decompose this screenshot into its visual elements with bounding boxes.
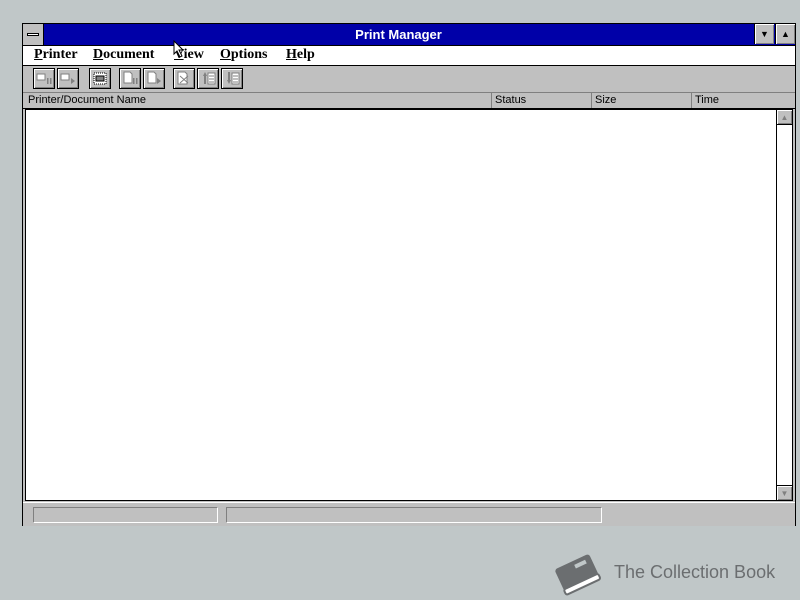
move-up-icon: [203, 72, 216, 85]
menu-options-label: ptions: [230, 47, 268, 62]
watermark-text: The Collection Book: [614, 562, 776, 582]
menu-document-label: ocument: [103, 47, 155, 62]
pause-document-button[interactable]: [119, 68, 141, 89]
menu-help[interactable]: Help: [286, 46, 315, 65]
menu-printer-mnemonic: P: [34, 47, 43, 62]
menu-document-mnemonic: D: [93, 47, 104, 62]
pause-printer-icon: [36, 73, 52, 84]
mouse-pointer-icon: [173, 39, 185, 63]
delete-document-icon: [177, 71, 189, 85]
menu-view-label: iew: [183, 47, 204, 62]
menu-document[interactable]: Document: [93, 46, 154, 65]
watermark: The Collection Book: [548, 548, 788, 598]
menu-printer-label: rinter: [42, 47, 78, 62]
status-panel-right: [226, 507, 602, 523]
move-document-down-button[interactable]: [221, 68, 243, 89]
menu-bar: Printer Document View Options Help: [23, 46, 795, 66]
move-down-icon: [227, 72, 240, 85]
print-queue-list[interactable]: [25, 109, 777, 501]
menu-options-mnemonic: O: [220, 47, 231, 62]
column-header-size[interactable]: Size: [592, 93, 692, 108]
delete-document-button[interactable]: [173, 68, 195, 89]
pause-document-icon: [123, 71, 138, 84]
menu-help-mnemonic: H: [286, 47, 297, 62]
toolbar: [23, 66, 795, 93]
resume-document-icon: [147, 71, 161, 84]
pause-printer-button[interactable]: [33, 68, 55, 89]
resume-printer-icon: [60, 73, 75, 84]
scroll-down-button[interactable]: ▼: [777, 485, 792, 500]
move-document-up-button[interactable]: [197, 68, 219, 89]
column-header-name[interactable]: Printer/Document Name: [25, 93, 492, 108]
column-headers: Printer/Document Name Status Size Time: [23, 93, 795, 109]
system-menu-icon: [27, 33, 39, 36]
column-header-status[interactable]: Status: [492, 93, 592, 108]
print-manager-window: Print Manager ▼ ▲ Printer Document View …: [22, 23, 796, 526]
system-menu-button[interactable]: [23, 24, 44, 45]
status-bar: [23, 502, 795, 526]
default-printer-icon: [93, 72, 107, 85]
window-title: Print Manager: [355, 27, 442, 42]
vertical-scrollbar[interactable]: ▲ ▼: [776, 109, 793, 501]
set-default-printer-button[interactable]: [89, 68, 111, 89]
book-icon: [555, 554, 601, 596]
menu-options[interactable]: Options: [220, 46, 267, 65]
minimize-button[interactable]: ▼: [754, 24, 774, 44]
menu-help-label: elp: [296, 47, 315, 62]
resume-document-button[interactable]: [143, 68, 165, 89]
menu-printer[interactable]: Printer: [34, 46, 78, 65]
status-panel-left: [33, 507, 218, 523]
resume-printer-button[interactable]: [57, 68, 79, 89]
column-header-time[interactable]: Time: [692, 93, 793, 108]
title-bar[interactable]: Print Manager ▼ ▲: [23, 24, 795, 46]
maximize-button[interactable]: ▲: [775, 24, 795, 44]
scroll-up-button[interactable]: ▲: [777, 110, 792, 125]
